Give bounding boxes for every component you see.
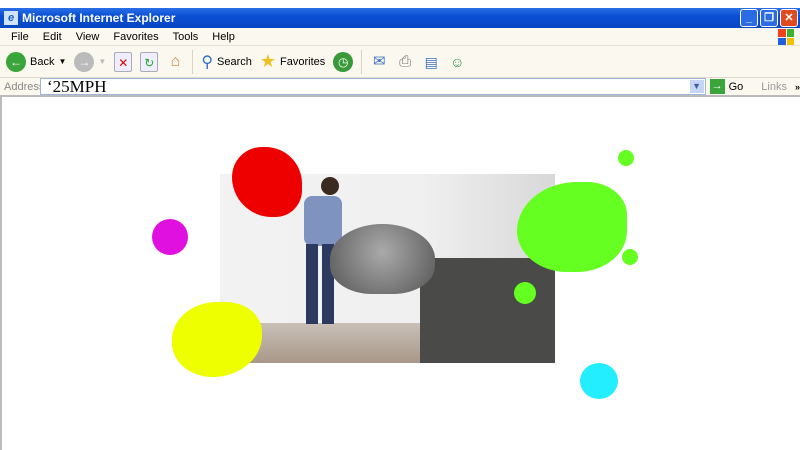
address-bar: Address ‘25MPH ▼ → Go Links » (0, 78, 800, 97)
menu-view[interactable]: View (69, 31, 107, 43)
ie-icon: e (4, 11, 18, 25)
restore-button[interactable]: ❐ (760, 9, 778, 27)
search-button[interactable]: ⚲ Search (201, 52, 252, 72)
address-label: Address (4, 80, 45, 93)
forward-button[interactable]: → ▼ (74, 51, 107, 72)
menu-favorites[interactable]: Favorites (106, 31, 165, 43)
green-paint-drop (622, 249, 638, 265)
yellow-paint-splat (172, 302, 262, 377)
toolbar: ← Back ▼ → ▼ ✕ ↻ ⌂ ⚲ Search ★ Favorites ◷ ✉ ⎙… (0, 46, 800, 78)
forward-arrow-icon: → (74, 51, 95, 72)
search-icon: ⚲ (201, 53, 214, 71)
storm-cloud (330, 224, 435, 294)
stop-button[interactable]: ✕ (114, 51, 133, 72)
separator (361, 49, 363, 74)
menu-edit[interactable]: Edit (36, 31, 69, 43)
cyan-paint-splat (580, 363, 618, 399)
star-icon: ★ (259, 51, 277, 71)
messenger-button[interactable]: ☺ (448, 52, 466, 72)
address-dropdown-icon[interactable]: ▼ (689, 80, 704, 93)
green-paint-drop (514, 282, 536, 304)
back-arrow-icon: ← (6, 51, 26, 72)
separator (192, 49, 194, 74)
green-paint-splat (517, 182, 627, 272)
dropdown-icon: ▼ (58, 57, 67, 66)
search-label: Search (217, 55, 252, 68)
title-bar: e Microsoft Internet Explorer _ ❐ ✕ (0, 8, 800, 28)
address-value: ‘25MPH (47, 77, 107, 96)
home-button[interactable]: ⌂ (166, 52, 184, 72)
links-button[interactable]: Links (761, 81, 787, 93)
page-content (0, 97, 800, 450)
dropdown-icon: ▼ (98, 57, 107, 66)
menu-tools[interactable]: Tools (166, 31, 206, 43)
go-label: Go (728, 80, 744, 93)
window-title: Microsoft Internet Explorer (22, 11, 176, 25)
go-button[interactable]: → Go (709, 79, 744, 94)
favorites-label: Favorites (280, 55, 326, 68)
go-arrow-icon: → (709, 79, 725, 94)
chevron-icon[interactable]: » (795, 82, 800, 92)
print-button[interactable]: ⎙ (396, 52, 414, 72)
address-input[interactable]: ‘25MPH ▼ (40, 78, 706, 95)
favorites-button[interactable]: ★ Favorites (260, 51, 325, 72)
windows-logo-icon (778, 29, 794, 45)
sofa (420, 258, 555, 363)
minimize-button[interactable]: _ (740, 9, 758, 27)
menu-file[interactable]: File (4, 31, 36, 43)
edit-button[interactable]: ▤ (422, 52, 440, 72)
back-label: Back (30, 55, 55, 68)
menu-help[interactable]: Help (205, 31, 242, 43)
refresh-button[interactable]: ↻ (140, 51, 159, 72)
green-paint-drop (618, 150, 634, 166)
back-button[interactable]: ← Back ▼ (6, 51, 67, 72)
history-button[interactable]: ◷ (333, 51, 354, 72)
magenta-paint-splat (152, 219, 188, 255)
mail-button[interactable]: ✉ (370, 52, 388, 72)
menu-bar: File Edit View Favorites Tools Help (0, 28, 800, 46)
close-button[interactable]: ✕ (780, 9, 798, 27)
